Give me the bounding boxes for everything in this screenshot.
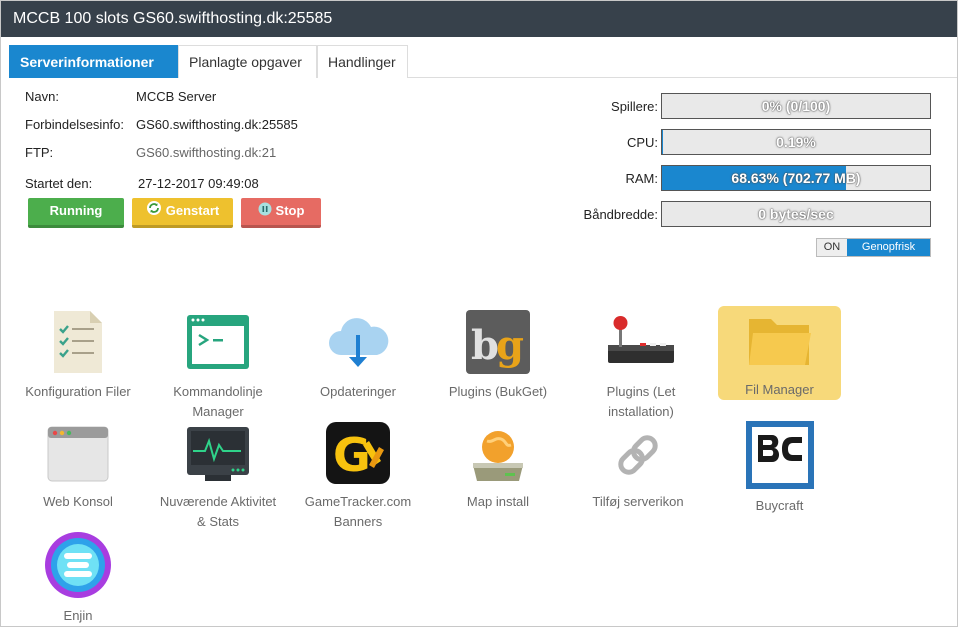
tool-label: Buycraft: [755, 498, 804, 513]
buycraft-logo-icon: [718, 421, 841, 494]
players-label: Spillere:: [611, 99, 658, 114]
bandwidth-label: Båndbredde:: [583, 207, 658, 222]
stop-button[interactable]: Stop: [241, 198, 321, 228]
tool-konfiguration-filer[interactable]: Konfiguration Filer: [16, 309, 140, 402]
bukget-logo-icon: b g: [436, 309, 560, 380]
pause-icon: [258, 199, 272, 225]
svg-text:g: g: [496, 322, 524, 369]
ram-bar: 68.63% (702.77 MB): [661, 165, 931, 191]
ftp-label: FTP:: [25, 145, 54, 160]
tool-kommandolinje-manager[interactable]: Kommandolinje Manager: [156, 309, 280, 422]
connection-value: GS60.swifthosting.dk:25585: [136, 117, 298, 132]
server-panel: MCCB 100 slots GS60.swifthosting.dk:2558…: [0, 0, 958, 627]
tab-planlagte-opgaver[interactable]: Planlagte opgaver: [178, 45, 317, 78]
tool-label: Plugins (BukGet): [448, 384, 548, 399]
restart-button-label: Genstart: [165, 203, 220, 218]
window-title: MCCB 100 slots GS60.swifthosting.dk:2558…: [1, 1, 957, 37]
bandwidth-bar-text: 0 bytes/sec: [758, 206, 834, 222]
bandwidth-bar: 0 bytes/sec: [661, 201, 931, 227]
tool-label: Enjin: [63, 608, 93, 623]
svg-text:b: b: [471, 322, 499, 369]
players-bar: 0% (0/100): [661, 93, 931, 119]
globe-drive-icon: [436, 425, 560, 490]
tab-handlinger[interactable]: Handlinger: [317, 45, 408, 78]
connection-label: Forbindelsesinfo:: [25, 117, 124, 132]
enjin-logo-icon: [16, 531, 140, 604]
tool-gametracker-banners[interactable]: G GameTracker.com Banners: [296, 421, 420, 532]
tab-bar: Serverinformationer Planlagte opgaver Ha…: [9, 45, 957, 78]
tool-opdateringer[interactable]: Opdateringer: [296, 309, 420, 402]
tool-label: Opdateringer: [320, 384, 396, 399]
refresh-button[interactable]: Genopfrisk: [847, 239, 930, 256]
name-label: Navn:: [25, 89, 59, 104]
folder-icon: [718, 309, 841, 378]
refresh-icon: [146, 199, 162, 225]
tab-serverinformationer[interactable]: Serverinformationer: [9, 45, 178, 78]
tool-label: Plugins (Let installation): [606, 384, 676, 419]
auto-refresh-toggle[interactable]: ON Genopfrisk: [816, 238, 931, 257]
stop-button-label: Stop: [275, 203, 305, 218]
joystick-icon: [579, 309, 703, 380]
svg-text:G: G: [333, 428, 371, 482]
link-icon: [576, 425, 700, 490]
tool-nuvaerende-aktivitet[interactable]: Nuværende Aktivitet & Stats: [156, 425, 280, 532]
cloud-download-icon: [296, 309, 420, 380]
running-button-label: Running: [49, 203, 103, 218]
ram-label: RAM:: [625, 171, 659, 186]
started-label: Startet den:: [25, 176, 93, 191]
players-bar-text: 0% (0/100): [761, 98, 831, 114]
tool-plugins-bukget[interactable]: b g Plugins (BukGet): [436, 309, 560, 402]
tool-web-konsol[interactable]: Web Konsol: [16, 425, 140, 512]
tool-label: Tilføj serverikon: [592, 494, 684, 509]
ram-bar-text: 68.63% (702.77 MB): [731, 170, 861, 186]
browser-window-icon: [16, 425, 140, 490]
restart-button[interactable]: Genstart: [132, 198, 233, 228]
tool-label: Kommandolinje Manager: [173, 384, 263, 419]
tool-label: Konfiguration Filer: [25, 384, 131, 399]
cpu-bar-text: 0.19%: [776, 134, 816, 150]
tool-map-install[interactable]: Map install: [436, 425, 560, 512]
tool-enjin[interactable]: Enjin: [16, 531, 140, 626]
running-button[interactable]: Running: [28, 198, 124, 228]
tool-tilfoej-serverikon[interactable]: Tilføj serverikon: [576, 425, 700, 512]
tool-label: Web Konsol: [43, 494, 113, 509]
started-value: 27-12-2017 09:49:08: [138, 176, 259, 191]
cpu-label: CPU:: [626, 135, 658, 150]
tool-label: Nuværende Aktivitet & Stats: [159, 494, 277, 529]
toggle-on-state[interactable]: ON: [817, 239, 847, 256]
cpu-bar: 0.19%: [661, 129, 931, 155]
checklist-document-icon: [16, 309, 140, 380]
gametracker-logo-icon: G: [296, 421, 420, 490]
tool-label: GameTracker.com Banners: [304, 494, 412, 529]
monitor-activity-icon: [156, 425, 280, 490]
tool-label: Map install: [466, 494, 530, 509]
name-value: MCCB Server: [136, 89, 217, 104]
ftp-value: GS60.swifthosting.dk:21: [136, 145, 277, 160]
terminal-icon: [156, 309, 280, 380]
tool-fil-manager[interactable]: Fil Manager: [718, 306, 841, 400]
tool-plugins-let-installation[interactable]: Plugins (Let installation): [579, 309, 703, 422]
tool-buycraft[interactable]: Buycraft: [718, 421, 841, 516]
tool-label: Fil Manager: [745, 382, 814, 397]
